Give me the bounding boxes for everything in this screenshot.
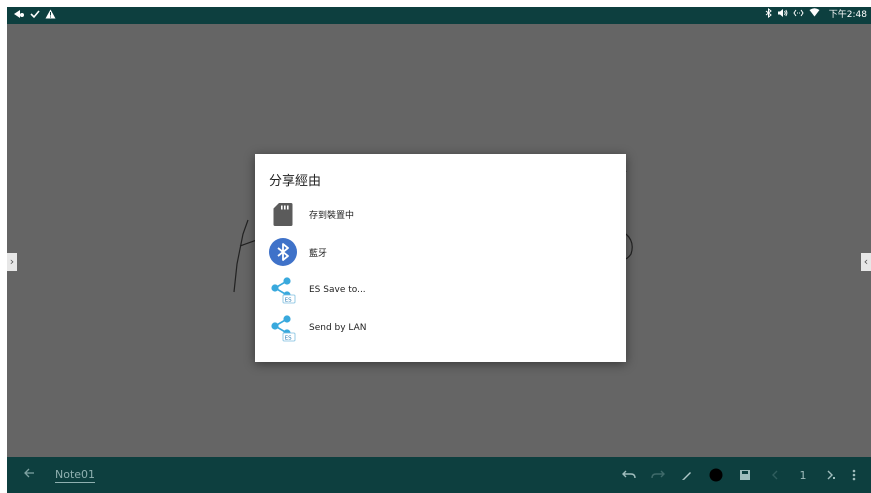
svg-text:ES: ES xyxy=(285,335,292,341)
option-label: 存到裝置中 xyxy=(309,210,355,221)
undo-button[interactable] xyxy=(621,465,637,485)
app-window: 下午2:48 › ‹ 分享經由 存到裝置中 藍牙 ES ES Save to..… xyxy=(7,7,871,493)
page-number: 1 xyxy=(799,468,807,482)
notification-icon xyxy=(13,8,25,23)
save-button[interactable] xyxy=(737,465,753,485)
undo-icon xyxy=(622,470,636,479)
back-icon xyxy=(24,468,34,478)
share-dialog: 分享經由 存到裝置中 藍牙 ES ES Save to... ES Send b… xyxy=(255,154,626,362)
volume-icon xyxy=(777,8,788,24)
next-page-icon xyxy=(827,470,835,480)
bluetooth-icon xyxy=(268,237,298,267)
previous-page-button[interactable] xyxy=(768,465,782,485)
back-button[interactable] xyxy=(23,467,35,483)
redo-button[interactable] xyxy=(650,465,666,485)
data-transfer-icon xyxy=(793,8,804,23)
save-icon xyxy=(740,470,750,480)
option-label: ES Save to... xyxy=(309,285,366,295)
color-picker-button[interactable] xyxy=(707,465,725,485)
option-label: 藍牙 xyxy=(309,248,328,259)
wifi-icon xyxy=(809,8,820,23)
warning-icon xyxy=(45,8,56,23)
note-title[interactable]: Note01 xyxy=(55,468,96,483)
clock: 下午2:48 xyxy=(828,10,867,20)
check-icon xyxy=(30,8,40,23)
more-button[interactable] xyxy=(849,465,859,485)
share-option-send-lan[interactable]: ES Send by LAN xyxy=(268,313,608,343)
left-edge-tab[interactable]: › xyxy=(7,253,17,271)
svg-text:ES: ES xyxy=(285,297,292,303)
dialog-title: 分享經由 xyxy=(269,174,322,189)
next-page-button[interactable] xyxy=(824,465,838,485)
color-picker-icon xyxy=(709,468,723,482)
bluetooth-icon xyxy=(765,7,772,24)
pen-icon xyxy=(682,472,691,480)
redo-icon xyxy=(651,470,665,479)
es-share-icon: ES xyxy=(268,275,298,305)
share-option-save-device[interactable]: 存到裝置中 xyxy=(268,199,608,229)
share-option-es-save[interactable]: ES ES Save to... xyxy=(268,275,608,305)
previous-page-icon xyxy=(772,470,778,480)
es-share-icon: ES xyxy=(268,313,298,343)
right-edge-tab[interactable]: ‹ xyxy=(861,253,871,271)
option-label: Send by LAN xyxy=(309,323,367,333)
status-bar: 下午2:48 xyxy=(7,7,871,24)
bottom-toolbar: Note01 1 xyxy=(7,457,871,493)
pen-button[interactable] xyxy=(679,465,695,485)
more-icon xyxy=(852,469,856,481)
sd-card-icon xyxy=(268,199,298,229)
share-option-bluetooth[interactable]: 藍牙 xyxy=(268,237,608,267)
